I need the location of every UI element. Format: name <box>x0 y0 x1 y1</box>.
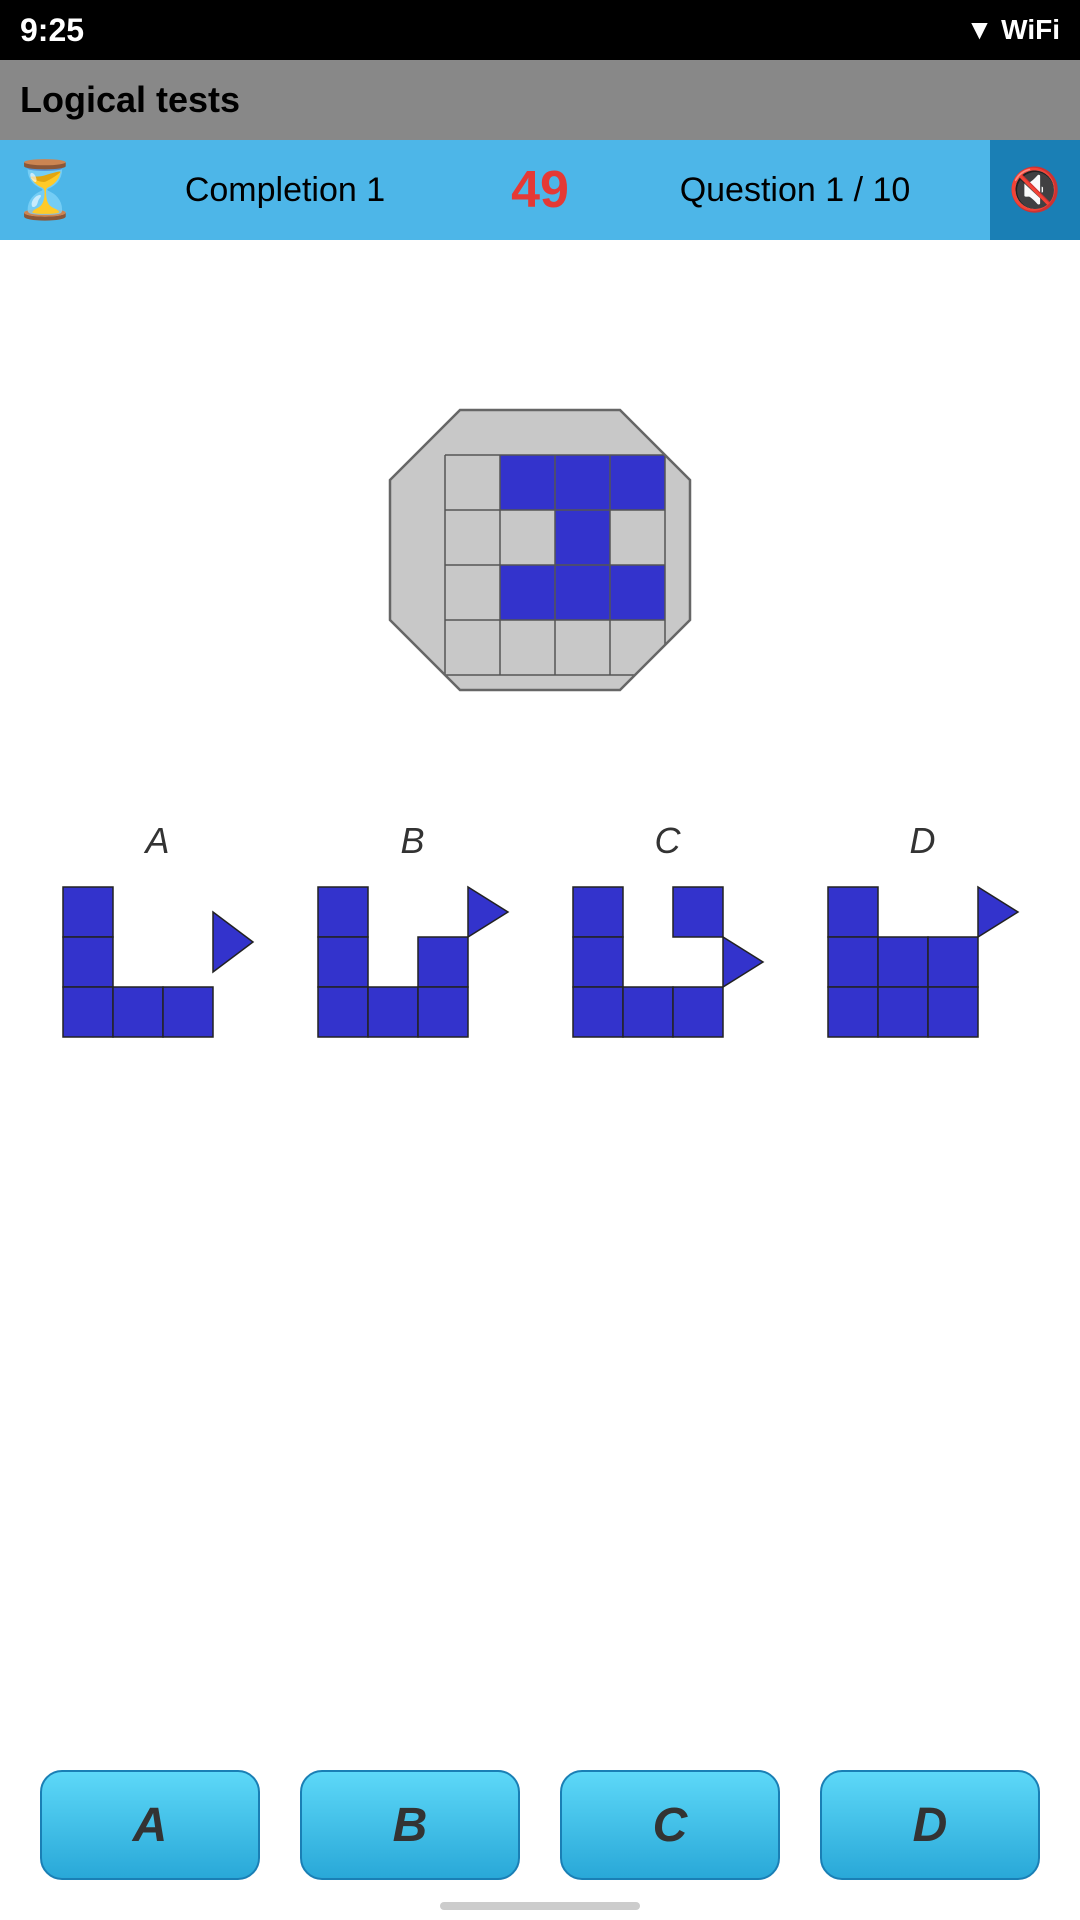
options-row: A B <box>0 820 1080 1042</box>
puzzle-svg <box>380 400 700 700</box>
option-a-svg <box>58 882 258 1042</box>
main-content: A B <box>0 240 1080 1122</box>
option-d-label: D <box>910 820 936 862</box>
answer-button-d[interactable]: D <box>820 1770 1040 1880</box>
status-bar: 9:25 ▼ WiFi <box>0 0 1080 60</box>
option-a-label: A <box>145 820 169 862</box>
option-c[interactable]: C <box>568 820 768 1042</box>
option-b-svg <box>313 882 513 1042</box>
completion-label: Completion 1 <box>90 171 480 210</box>
bottom-buttons: A B C D <box>0 1770 1080 1880</box>
puzzle-figure <box>380 400 700 700</box>
home-indicator <box>440 1902 640 1910</box>
app-title: Logical tests <box>20 79 240 121</box>
hourglass-icon: ⏳ <box>0 140 90 240</box>
option-d[interactable]: D <box>823 820 1023 1042</box>
option-b-label: B <box>400 820 424 862</box>
answer-button-b[interactable]: B <box>300 1770 520 1880</box>
question-label: Question 1 / 10 <box>600 171 990 210</box>
sound-button[interactable]: 🔇 <box>990 140 1080 240</box>
option-c-svg <box>568 882 768 1042</box>
sound-icon: 🔇 <box>1009 166 1061 215</box>
time-display: 9:25 <box>20 12 84 49</box>
option-c-label: C <box>655 820 681 862</box>
option-b[interactable]: B <box>313 820 513 1042</box>
title-bar: Logical tests <box>0 60 1080 140</box>
timer-display: 49 <box>480 160 600 220</box>
option-d-svg <box>823 882 1023 1042</box>
header-row: ⏳ Completion 1 49 Question 1 / 10 🔇 <box>0 140 1080 240</box>
option-a[interactable]: A <box>58 820 258 1042</box>
answer-button-c[interactable]: C <box>560 1770 780 1880</box>
answer-button-a[interactable]: A <box>40 1770 260 1880</box>
